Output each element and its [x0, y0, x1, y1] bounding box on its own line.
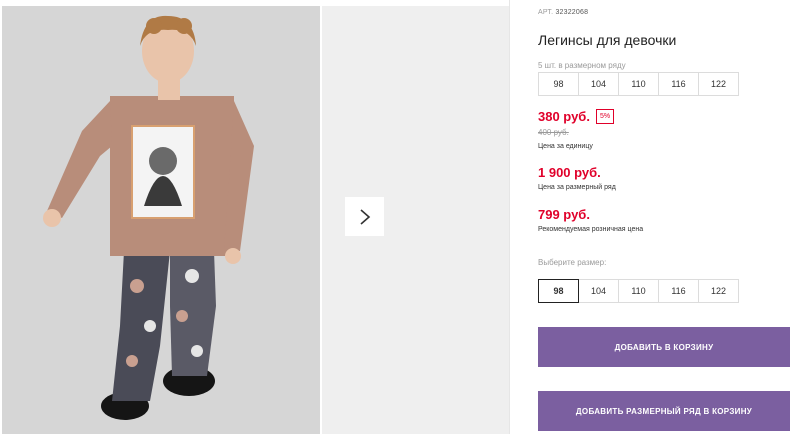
pack-price: 1 900 руб. [538, 165, 601, 180]
article-label: АРТ. [538, 9, 554, 16]
size-option-104[interactable]: 104 [578, 279, 619, 303]
article-value: 32322068 [555, 9, 589, 16]
size-option-116[interactable]: 116 [658, 279, 699, 303]
pack-size-cell: 104 [578, 72, 619, 96]
size-selector: 98 104 110 116 122 [538, 279, 739, 303]
size-option-122[interactable]: 122 [698, 279, 739, 303]
discount-badge: 5% [595, 109, 615, 124]
add-pack-to-cart-button[interactable]: ДОБАВИТЬ РАЗМЕРНЫЙ РЯД В КОРЗИНУ [538, 391, 790, 431]
pack-size-cell: 110 [618, 72, 659, 96]
unit-price-label: Цена за единицу [538, 143, 593, 150]
article-number: АРТ. 32322068 [538, 9, 588, 16]
girl-photo-illustration [2, 6, 320, 434]
pack-size-list: 98 104 110 116 122 [538, 72, 739, 96]
add-to-cart-button[interactable]: ДОБАВИТЬ В КОРЗИНУ [538, 327, 790, 367]
pack-price-label: Цена за размерный ряд [538, 184, 616, 191]
chevron-right-icon [359, 208, 370, 225]
pack-size-cell: 122 [698, 72, 739, 96]
current-price-block: 380 руб. 5% [538, 109, 615, 124]
size-option-98[interactable]: 98 [538, 279, 579, 303]
recommended-retail-price: 799 руб. [538, 207, 590, 222]
next-photo-button[interactable] [345, 197, 384, 236]
product-photo[interactable] [2, 6, 320, 434]
old-price: 400 руб. [538, 128, 569, 137]
product-title: Легинсы для девочки [538, 32, 677, 48]
recommended-retail-price-label: Рекомендуемая розничная цена [538, 226, 644, 233]
choose-size-label: Выберите размер: [538, 258, 607, 267]
current-price: 380 руб. [538, 109, 590, 124]
divider [509, 0, 510, 434]
pack-size-label: 5 шт. в размерном ряду [538, 61, 626, 70]
product-gallery [0, 0, 510, 434]
pack-size-cell: 116 [658, 72, 699, 96]
pack-size-cell: 98 [538, 72, 579, 96]
size-option-110[interactable]: 110 [618, 279, 659, 303]
